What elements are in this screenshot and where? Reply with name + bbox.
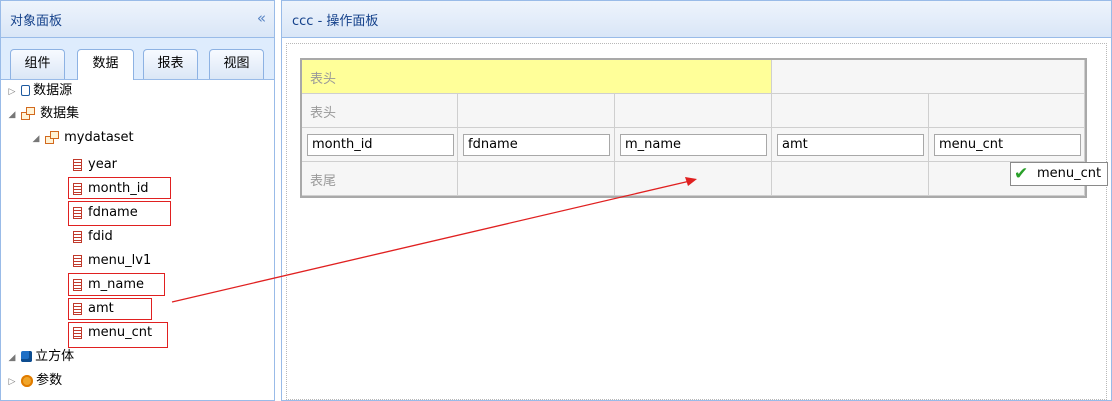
tree-node-label: 参数 xyxy=(36,373,63,388)
checkmark-icon: ✔ xyxy=(1014,164,1029,184)
field-fdid[interactable]: fdid xyxy=(73,226,113,248)
grid-cell[interactable] xyxy=(615,94,772,128)
field-menu-lv1[interactable]: menu_lv1 xyxy=(73,250,151,272)
field-input-menu-cnt[interactable]: menu_cnt xyxy=(934,134,1081,156)
collapse-arrow-icon[interactable]: ◢ xyxy=(7,347,17,369)
tab-views[interactable]: 视图 xyxy=(209,49,264,79)
param-icon xyxy=(21,374,34,387)
highlight-box xyxy=(68,201,171,226)
expand-arrow-icon[interactable]: ▷ xyxy=(7,371,17,393)
highlight-box xyxy=(68,298,152,320)
field-icon xyxy=(73,158,82,171)
object-panel-title: 对象面板 xyxy=(10,14,63,29)
footer-label: 表尾 xyxy=(310,174,337,189)
tree-node-label: 立方体 xyxy=(35,349,75,364)
field-input-m-name[interactable]: m_name xyxy=(620,134,767,156)
grid-cell[interactable] xyxy=(458,94,615,128)
tree-node-label: 数据源 xyxy=(33,83,73,98)
tab-data[interactable]: 数据 xyxy=(77,49,134,80)
tree-node-dataset-root[interactable]: ◢ 数据集 xyxy=(7,103,80,126)
grid-header-cell[interactable] xyxy=(772,60,1085,94)
object-panel-header: 对象面板 « xyxy=(1,1,274,38)
field-year[interactable]: year xyxy=(73,154,117,176)
field-label: year xyxy=(88,157,118,172)
tab-reports[interactable]: 报表 xyxy=(143,49,198,79)
expand-arrow-icon[interactable]: ▷ xyxy=(7,81,17,103)
dataset-icon xyxy=(21,106,37,121)
grid-cell[interactable] xyxy=(772,162,929,196)
header-label: 表头 xyxy=(310,106,337,121)
operation-panel-header: ccc - 操作面板 xyxy=(282,1,1111,38)
highlight-box xyxy=(68,273,165,296)
tree-node-datasource[interactable]: ▷ 数据源 xyxy=(7,80,73,103)
tab-components[interactable]: 组件 xyxy=(10,49,65,79)
drag-tooltip-label: menu_cnt xyxy=(1037,166,1102,181)
dataset-icon xyxy=(45,130,61,145)
object-panel-tabs: 组件 数据 报表 视图 xyxy=(1,38,274,80)
cube-icon xyxy=(21,351,33,362)
tree-node-param[interactable]: ▷ 参数 xyxy=(7,370,63,393)
highlight-box xyxy=(68,177,171,199)
tree-node-cube[interactable]: ◢ 立方体 xyxy=(7,346,75,369)
grid-cell[interactable] xyxy=(772,94,929,128)
header-label: 表头 xyxy=(310,72,337,87)
grid-cell[interactable]: 表头 xyxy=(302,94,458,128)
grid-cell[interactable] xyxy=(615,162,772,196)
field-input-fdname[interactable]: fdname xyxy=(463,134,610,156)
grid-cell[interactable] xyxy=(929,94,1085,128)
grid-header-cell-merged[interactable]: 表头 xyxy=(302,60,772,94)
field-input-amt[interactable]: amt xyxy=(777,134,924,156)
grid-cell[interactable]: 表尾 xyxy=(302,162,458,196)
collapse-icon[interactable]: « xyxy=(257,9,266,27)
tree-node-label: 数据集 xyxy=(40,106,80,121)
collapse-arrow-icon[interactable]: ◢ xyxy=(31,128,41,150)
grid-cell[interactable] xyxy=(458,162,615,196)
operation-panel-title: ccc - 操作面板 xyxy=(292,14,379,29)
field-input-month-id[interactable]: month_id xyxy=(307,134,454,156)
tree-node-mydataset[interactable]: ◢ mydataset xyxy=(31,127,134,149)
highlight-box xyxy=(68,322,168,348)
field-label: menu_lv1 xyxy=(88,253,152,268)
drag-tooltip: ✔ menu_cnt xyxy=(1010,162,1108,186)
collapse-arrow-icon[interactable]: ◢ xyxy=(7,104,17,126)
field-icon xyxy=(73,230,82,243)
field-label: fdid xyxy=(88,229,113,244)
field-icon xyxy=(73,254,82,267)
tree-node-label: mydataset xyxy=(64,130,134,145)
database-icon xyxy=(21,85,31,96)
